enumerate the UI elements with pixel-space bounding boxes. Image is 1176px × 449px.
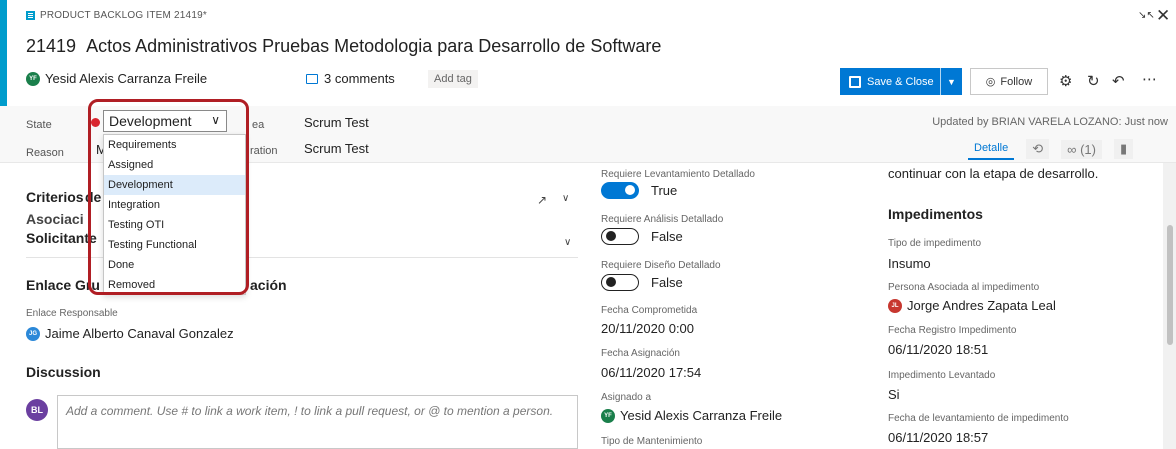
tipo-mantenimiento-label: Tipo de Mantenimiento bbox=[601, 436, 703, 447]
attachment-icon[interactable]: ▮ bbox=[1113, 139, 1134, 159]
iteration-value[interactable]: Scrum Test bbox=[304, 141, 369, 156]
fecha-registro-label: Fecha Registro Impedimento bbox=[888, 325, 1017, 336]
description-text: continuar con la etapa de desarrollo. bbox=[888, 166, 1099, 181]
backlog-item-icon bbox=[26, 11, 35, 20]
persona-asociada-label: Persona Asociada al impedimento bbox=[888, 282, 1040, 293]
enlace-responsable-label: Enlace Responsable bbox=[26, 308, 118, 319]
diseno-label: Requiere Diseño Detallado bbox=[601, 260, 721, 271]
assigned-to-field[interactable]: YF Yesid Alexis Carranza Freile bbox=[26, 71, 207, 86]
area-value[interactable]: Scrum Test bbox=[304, 115, 369, 130]
fecha-comprometida-label: Fecha Comprometida bbox=[601, 305, 698, 316]
fecha-asignacion-value[interactable]: 06/11/2020 17:54 bbox=[601, 365, 701, 380]
save-icon bbox=[849, 75, 861, 88]
solicitante-label: Solicitante bbox=[26, 230, 97, 246]
fecha-registro-value[interactable]: 06/11/2020 18:51 bbox=[888, 342, 988, 357]
tipo-impedimento-label: Tipo de impedimento bbox=[888, 238, 982, 249]
work-item-type-color-bar bbox=[0, 0, 7, 106]
refresh-icon[interactable]: ↻ bbox=[1087, 72, 1100, 90]
impedimentos-title: Impedimentos bbox=[888, 206, 983, 222]
analisis-label: Requiere Análisis Detallado bbox=[601, 214, 724, 225]
highlight-annotation bbox=[88, 99, 249, 295]
area-label-tail: ea bbox=[252, 119, 265, 131]
updated-by[interactable]: Updated by BRIAN VARELA LOZANO: Just now bbox=[932, 116, 1168, 128]
asignado-field[interactable]: YF Yesid Alexis Carranza Freile bbox=[601, 408, 782, 423]
comment-icon bbox=[306, 73, 318, 84]
enlace-title-tail: ación bbox=[250, 277, 287, 293]
tab-links[interactable]: ∞ (1) bbox=[1061, 139, 1102, 159]
impedimento-levantado-value[interactable]: Si bbox=[888, 387, 900, 402]
toggle-switch[interactable] bbox=[601, 182, 639, 199]
avatar: YF bbox=[601, 408, 615, 423]
analisis-toggle-row[interactable]: False bbox=[601, 228, 683, 245]
levantamiento-toggle-row[interactable]: True bbox=[601, 182, 677, 199]
undo-icon[interactable]: ↶ bbox=[1112, 72, 1125, 90]
gear-icon[interactable]: ⚙ bbox=[1059, 72, 1072, 90]
asociacion-label: Asociaci bbox=[26, 211, 84, 227]
tab-bar: Detalle ⟲ ∞ (1) ▮ bbox=[968, 138, 1134, 160]
discussion-title: Discussion bbox=[26, 364, 101, 380]
avatar: JL bbox=[888, 298, 902, 313]
state-label: State bbox=[26, 119, 52, 131]
work-item-type: PRODUCT BACKLOG ITEM 21419* bbox=[26, 10, 207, 21]
levantamiento-label: Requiere Levantamiento Detallado bbox=[601, 169, 755, 180]
tipo-impedimento-value[interactable]: Insumo bbox=[888, 256, 931, 271]
iteration-label-tail: ration bbox=[250, 145, 278, 157]
close-icon[interactable]: ✕ bbox=[1156, 6, 1170, 26]
save-close-main[interactable]: Save & Close bbox=[840, 68, 940, 95]
comments-link[interactable]: 3 comments bbox=[306, 71, 395, 86]
impedimento-levantado-label: Impedimento Levantado bbox=[888, 370, 996, 381]
fecha-levantamiento-label: Fecha de levantamiento de impedimento bbox=[888, 413, 1069, 424]
save-close-button[interactable]: Save & Close ▼ bbox=[840, 68, 962, 95]
asignado-label: Asignado a bbox=[601, 392, 652, 403]
follow-icon: ◎ bbox=[985, 76, 996, 88]
expand-icon[interactable]: ↗ bbox=[537, 193, 547, 207]
diseno-toggle-row[interactable]: False bbox=[601, 274, 683, 291]
divider bbox=[940, 68, 941, 95]
fecha-levantamiento-value[interactable]: 06/11/2020 18:57 bbox=[888, 430, 988, 445]
criterios-section-title[interactable]: Criterios bbox=[26, 189, 84, 205]
toggle-switch[interactable] bbox=[601, 228, 639, 245]
enlace-responsable-field[interactable]: JG Jaime Alberto Canaval Gonzalez bbox=[26, 326, 234, 341]
chevron-down-icon[interactable]: ∨ bbox=[564, 237, 571, 248]
avatar: JG bbox=[26, 326, 40, 341]
add-tag-button[interactable]: Add tag bbox=[428, 70, 478, 88]
more-actions-icon[interactable]: ⋯ bbox=[1142, 70, 1157, 88]
collapse-icon[interactable]: ↘↖ bbox=[1138, 10, 1155, 21]
work-item-title[interactable]: 21419 Actos Administrativos Pruebas Metod… bbox=[26, 36, 661, 57]
link-icon: ∞ bbox=[1067, 141, 1077, 157]
fecha-comprometida-value[interactable]: 20/11/2020 0:00 bbox=[601, 321, 694, 336]
avatar: YF bbox=[26, 71, 40, 86]
avatar: BL bbox=[26, 399, 48, 421]
fecha-asignacion-label: Fecha Asignación bbox=[601, 348, 680, 359]
scrollbar-thumb[interactable] bbox=[1167, 225, 1173, 345]
chevron-down-icon[interactable]: ▼ bbox=[941, 77, 962, 87]
tab-detalle[interactable]: Detalle bbox=[968, 138, 1015, 160]
toggle-switch[interactable] bbox=[601, 274, 639, 291]
history-icon[interactable]: ⟲ bbox=[1026, 139, 1050, 159]
comment-input[interactable]: Add a comment. Use # to link a work item… bbox=[57, 395, 578, 449]
persona-asociada-field[interactable]: JL Jorge Andres Zapata Leal bbox=[888, 298, 1056, 313]
chevron-down-icon[interactable]: ∨ bbox=[562, 193, 569, 204]
follow-button[interactable]: ◎ Follow bbox=[970, 68, 1048, 95]
reason-label: Reason bbox=[26, 147, 64, 159]
